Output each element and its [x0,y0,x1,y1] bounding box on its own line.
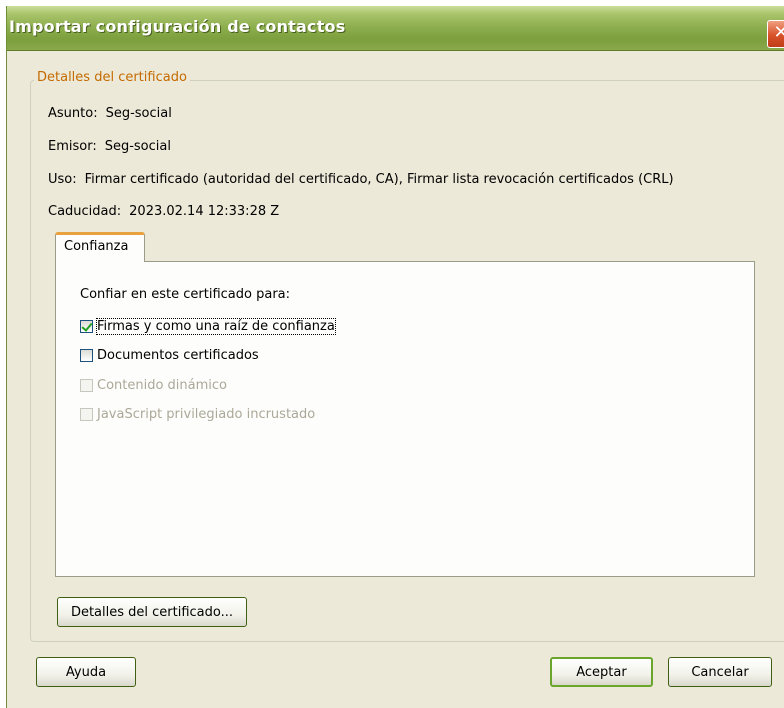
option-signatures-root[interactable]: Firmas y como una raíz de confianza [80,317,336,335]
checkbox-certified-documents[interactable] [80,348,93,362]
tab-trust[interactable]: Confianza [55,232,145,262]
certificate-details-legend: Detalles del certificado [34,70,190,85]
issuer-value: Seg-social [104,139,171,154]
option-privileged-javascript-label: JavaScript privilegiado incrustado [97,406,316,422]
option-certified-documents-label[interactable]: Documentos certificados [97,348,259,363]
issuer-field: Emisor: Seg-social [48,139,171,154]
expiry-field: Caducidad: 2023.02.14 12:33:28 Z [48,204,279,219]
expiry-value: 2023.02.14 12:33:28 Z [129,204,280,219]
title-bar[interactable]: Importar configuración de contactos ✕ [7,6,784,51]
subject-field: Asunto: Seg-social [48,106,172,121]
subject-value: Seg-social [105,106,172,121]
checkbox-signatures-root[interactable] [80,319,93,333]
option-dynamic-content: Contenido dinámico [80,376,227,394]
accept-button[interactable]: Aceptar [550,657,653,687]
option-signatures-root-label[interactable]: Firmas y como una raíz de confianza [96,317,336,335]
tab-trust-label: Confianza [64,239,129,254]
usage-field: Uso: Firmar certificado (autoridad del ce… [48,172,674,187]
window-title: Importar configuración de contactos [9,17,346,36]
help-button[interactable]: Ayuda [36,657,136,687]
usage-value: Firmar certificado (autoridad del certif… [84,172,674,187]
option-privileged-javascript: JavaScript privilegiado incrustado [80,405,315,423]
trust-heading: Confiar en este certificado para: [80,287,291,302]
certificate-details-button[interactable]: Detalles del certificado... [57,597,247,627]
expiry-label: Caducidad: [48,204,122,219]
option-certified-documents[interactable]: Documentos certificados [80,346,259,364]
checkbox-privileged-javascript [80,407,93,421]
option-dynamic-content-label: Contenido dinámico [97,377,227,393]
subject-label: Asunto: [48,106,98,121]
usage-label: Uso: [48,172,77,187]
issuer-label: Emisor: [48,139,97,154]
cancel-button[interactable]: Cancelar [668,657,772,687]
close-icon[interactable]: ✕ [767,20,784,48]
checkbox-dynamic-content [80,378,93,392]
